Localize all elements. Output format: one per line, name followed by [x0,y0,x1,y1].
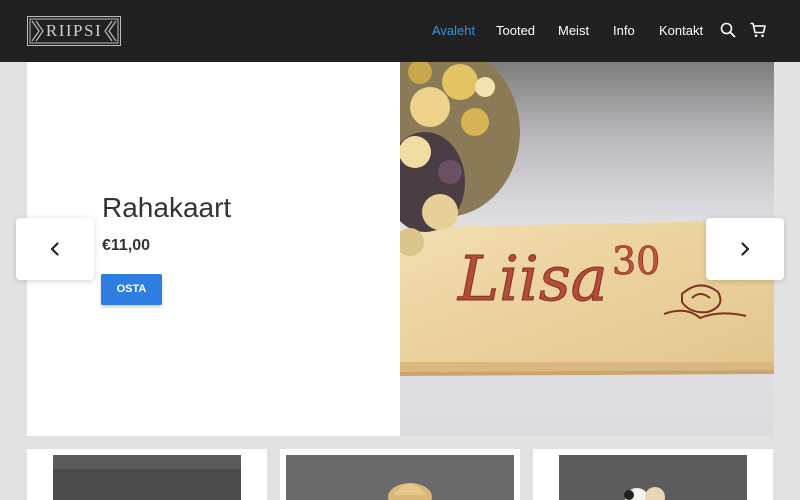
nav-item-info[interactable]: Info [613,23,635,38]
nav-item-avaleht[interactable]: Avaleht [432,23,475,38]
engraved-name: Liisa [457,242,608,315]
slider-next-button[interactable] [706,218,784,280]
product-price: €11,00 [102,237,151,254]
product-thumbnail[interactable] [559,455,747,500]
site-header: RIIPSI Avaleht Tooted Meist Info Kontakt [0,0,800,62]
hero-slide: Rahakaart €11,00 OSTA Liisa 30 [27,62,774,436]
product-thumbnail[interactable] [53,455,241,500]
product-thumbnail[interactable] [286,455,514,500]
buy-button[interactable]: OSTA [101,274,162,305]
nav-item-tooted[interactable]: Tooted [496,23,535,38]
product-card[interactable] [533,449,773,500]
cart-icon[interactable] [749,21,767,39]
product-card[interactable] [280,449,520,500]
slider-prev-button[interactable] [16,218,94,280]
engraved-number: 30 [612,239,660,283]
site-logo[interactable]: RIIPSI [27,16,121,46]
chevron-right-icon [741,242,750,256]
nav-item-meist[interactable]: Meist [558,23,589,38]
logo-text: RIIPSI [45,21,103,40]
nav-item-kontakt[interactable]: Kontakt [659,23,703,38]
product-card[interactable] [27,449,267,500]
search-icon[interactable] [719,21,737,39]
chevron-left-icon [50,242,59,256]
product-title: Rahakaart [102,192,232,223]
